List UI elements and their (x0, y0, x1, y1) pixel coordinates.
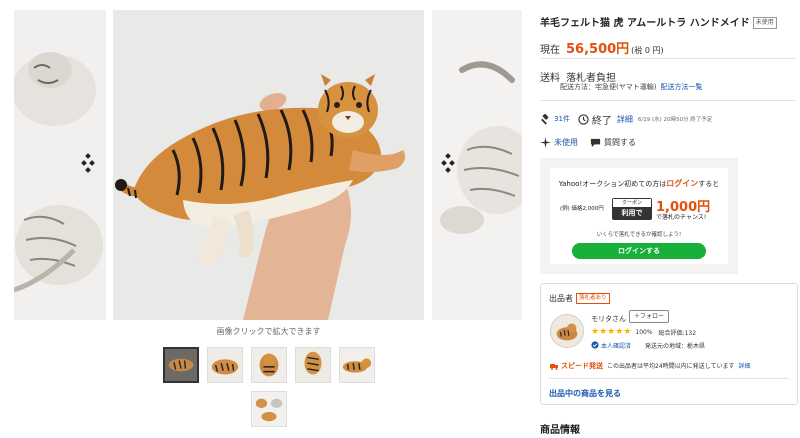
chat-icon (590, 138, 601, 147)
shipping-method: 配送方法：宅急便(ヤマト運輸) 配送方法一覧 (560, 82, 702, 92)
next-image-arrow[interactable] (438, 152, 456, 174)
divider (540, 58, 796, 59)
coupon-top-label: クーポン (613, 199, 651, 207)
thumbnail[interactable] (251, 347, 287, 383)
seller-items-link[interactable]: 出品中の商品を見る (549, 388, 621, 399)
seller-badge: 落札者あり (576, 293, 610, 304)
end-label: 終了 (591, 115, 612, 127)
promo-headline-suffix: すると (698, 180, 720, 188)
seller-heading-text: 出品者 (549, 294, 573, 303)
star-icon: ★ (615, 327, 624, 337)
follow-button[interactable]: ＋フォロー (629, 310, 669, 323)
promo-offer: (例) 価格2,000円 クーポン 利用で 1,000円 で落札のチャンス! (550, 196, 728, 222)
section-title: 商品情報 (540, 425, 580, 436)
ask-question-link[interactable]: 質問する (604, 137, 636, 148)
thumbnail[interactable] (339, 347, 375, 383)
clock-icon (578, 113, 589, 125)
condition-badge: 未使用 (752, 17, 777, 29)
seller-rating: ★ ★ ★ ★ ★ 100% 総合評価:132 (591, 327, 696, 337)
seller-verification: 本人確認済 発送元の地域：栃木県 (591, 340, 705, 350)
coupon-bottom-label: 利用で (613, 207, 651, 219)
zoom-caption: 画像クリックで拡大できます (216, 327, 321, 336)
star-icon: ★ (591, 327, 600, 337)
chevron-right-icon (441, 153, 455, 173)
sparkle-icon (540, 136, 551, 148)
product-title-text: 羊毛フェルト猫 虎 アムールトラ ハンドメイド (540, 18, 750, 29)
avatar[interactable] (550, 314, 584, 348)
promo-example: (例) 価格2,000円 (560, 206, 604, 212)
login-button[interactable]: ログインする (572, 243, 706, 259)
coupon-icon: クーポン 利用で (612, 198, 652, 220)
speed-shipping: スピード発送 この出品者は平均24時間以内に発送しています 詳細 (549, 360, 750, 371)
main-product-image[interactable] (113, 10, 424, 320)
thumbnail[interactable] (163, 347, 199, 383)
promo-login-word: ログイン (666, 179, 699, 188)
promo-headline: Yahoo!オークション初めての方はログインすると (550, 178, 728, 189)
divider (540, 100, 796, 101)
star-icon: ★ (599, 327, 608, 337)
image-gallery: 画像クリックで拡大できます (0, 0, 530, 438)
condition-link[interactable]: 未使用 (554, 137, 578, 148)
end-detail-link[interactable]: 詳細 (617, 114, 633, 125)
product-info-panel: 羊毛フェルト猫 虎 アムールトラ ハンドメイド 未使用 現在 56,500円 (税 0… (540, 0, 798, 438)
speed-shipping-label: スピード発送 (561, 361, 603, 370)
price-label: 現在 (540, 45, 560, 56)
verified-icon (591, 341, 599, 349)
price-row: 現在 56,500円 (税 0 円) (540, 38, 664, 57)
shipping-label: 送料 (540, 73, 560, 84)
shipping-methods-link[interactable]: 配送方法一覧 (660, 83, 702, 91)
promo-chance: で落札のチャンス! (656, 214, 707, 221)
seller-card: 出品者 落札者あり モリタさん ＋フォロー ★ ★ ★ ★ ★ 100% 総合評価… (540, 283, 798, 405)
seller-name[interactable]: モリタさん (591, 314, 626, 324)
identity-verified-text: 本人確認済 (601, 342, 632, 350)
bid-count-link[interactable]: 31件 (554, 114, 570, 124)
rating-percent: 100% (635, 328, 653, 336)
promo-subtext: いくらで落札できるか確認しよう! (596, 232, 682, 238)
auction-stats: 31件 終了 詳細 6/19 (水) 20時50分 終了予定 (540, 112, 713, 127)
speed-shipping-detail-link[interactable]: 詳細 (738, 361, 750, 370)
end-date: 6/19 (水) 20時50分 終了予定 (637, 117, 713, 123)
previous-image-arrow[interactable] (80, 152, 98, 174)
chevron-left-icon (81, 153, 95, 173)
thumbnail[interactable] (251, 391, 287, 427)
product-title: 羊毛フェルト猫 虎 アムールトラ ハンドメイド 未使用 (540, 14, 777, 29)
ship-origin: 発送元の地域：栃木県 (645, 342, 706, 350)
gavel-icon (541, 113, 549, 125)
promo-card: Yahoo!オークション初めての方はログインすると (例) 価格2,000円 ク… (550, 168, 728, 264)
divider (549, 378, 789, 379)
thumbnail[interactable] (295, 347, 331, 383)
rating-total[interactable]: 総合評価:132 (659, 328, 696, 337)
tax-amount: (税 0 円) (631, 46, 664, 55)
seller-heading: 出品者 落札者あり (549, 293, 610, 304)
promo-headline-prefix: Yahoo!オークション初めての方は (558, 180, 667, 188)
login-promo-banner: Yahoo!オークション初めての方はログインすると (例) 価格2,000円 ク… (540, 158, 738, 274)
shipping-method-text: 配送方法：宅急便(ヤマト運輸) (560, 83, 657, 91)
item-meta-row: 未使用 質問する (540, 135, 636, 149)
speed-shipping-text: この出品者は平均24時間以内に発送しています (607, 363, 735, 370)
star-icon: ★ (607, 327, 616, 337)
fast-shipping-icon (550, 363, 558, 370)
current-price: 56,500円 (566, 42, 630, 57)
thumbnail[interactable] (207, 347, 243, 383)
star-icon: ★ (623, 327, 632, 337)
